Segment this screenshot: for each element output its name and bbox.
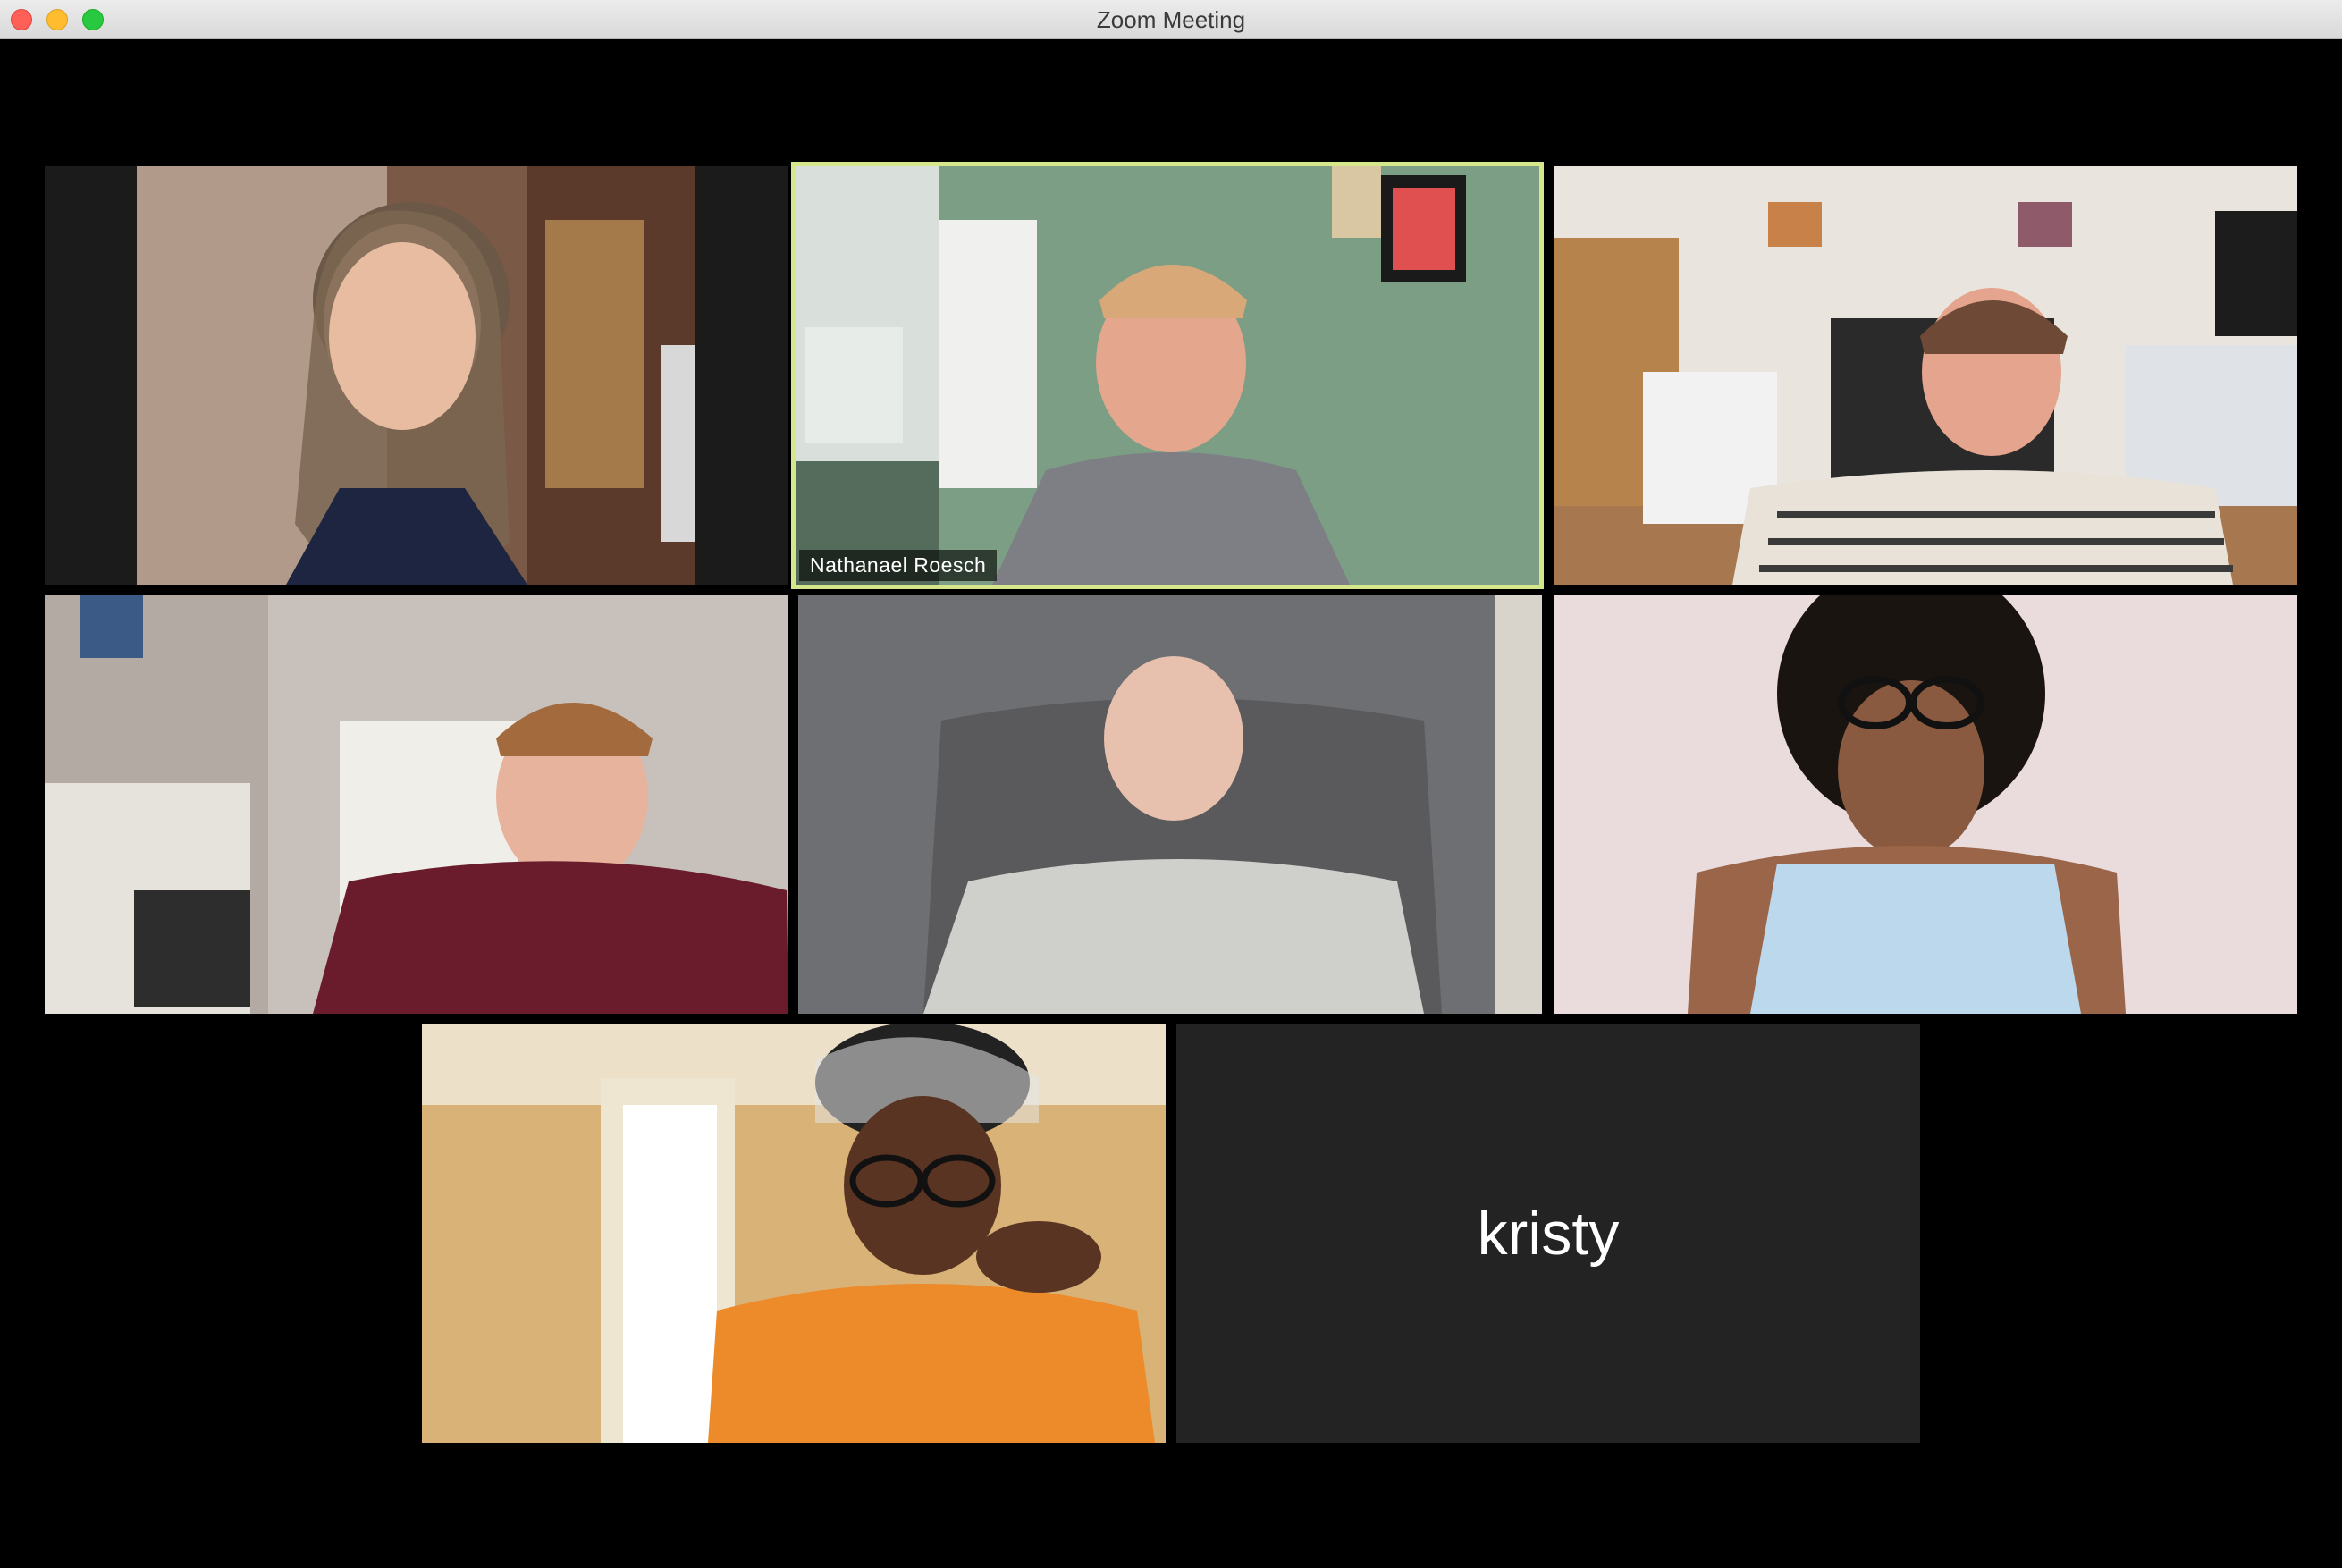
title-bar: Zoom Meeting: [0, 0, 2342, 39]
participant-video: [798, 595, 1542, 1014]
video-tile-participant-4[interactable]: [45, 595, 788, 1014]
participant-video: [422, 1024, 1166, 1443]
participant-video: [45, 166, 788, 585]
participant-video: [1554, 166, 2297, 585]
participant-name-display: kristy: [1477, 1200, 1620, 1268]
video-tile-participant-5[interactable]: [798, 595, 1542, 1014]
zoom-window: Zoom Meeting Nathanael Roesch kristy: [0, 0, 2342, 1568]
participant-video: [45, 595, 788, 1014]
video-tile-participant-8[interactable]: kristy: [1176, 1024, 1920, 1443]
video-tile-participant-3[interactable]: [1554, 166, 2297, 585]
video-tile-participant-6[interactable]: [1554, 595, 2297, 1014]
participant-video: [796, 166, 1539, 585]
participant-video: [1554, 595, 2297, 1014]
video-tile-participant-7[interactable]: [422, 1024, 1166, 1443]
window-title: Zoom Meeting: [1096, 6, 1246, 33]
video-tile-participant-1[interactable]: [45, 166, 788, 585]
participant-name-label: Nathanael Roesch: [799, 550, 998, 581]
video-tile-participant-2[interactable]: Nathanael Roesch: [796, 166, 1539, 585]
